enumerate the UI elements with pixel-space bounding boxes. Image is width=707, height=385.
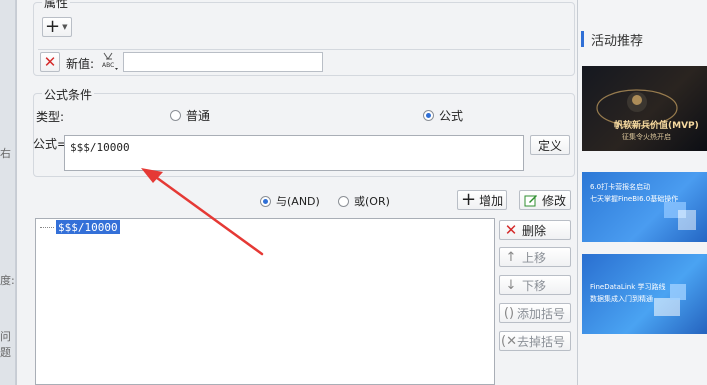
annotation-arrow	[141, 168, 264, 256]
